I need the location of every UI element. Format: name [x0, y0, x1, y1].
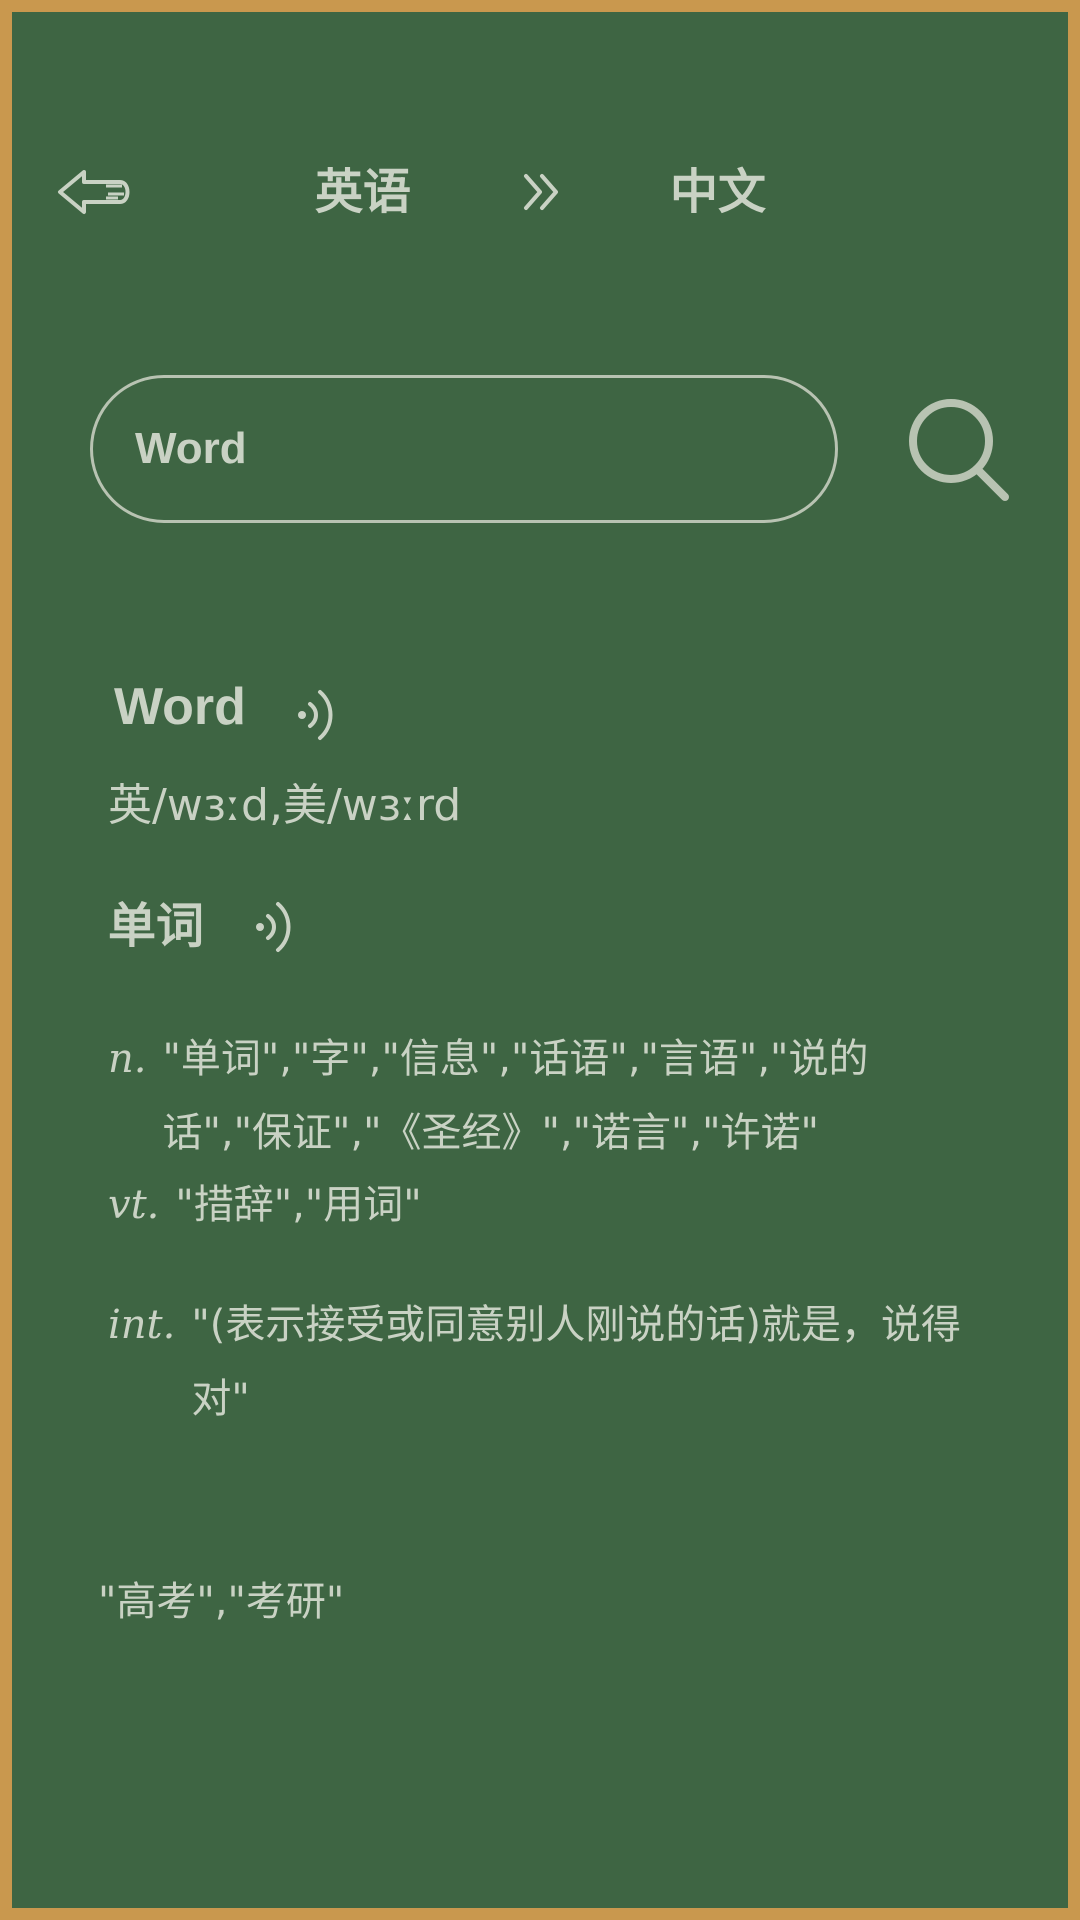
definition-noun: n. "单词","字","信息","话语","言语","说的话","保证","《…: [108, 1022, 968, 1182]
speaker-icon: [256, 902, 291, 952]
part-of-speech: int.: [108, 1302, 176, 1348]
back-arrow-icon: [58, 170, 130, 214]
definition-text: "(表示接受或同意别人刚说的话)就是，说得对": [191, 1302, 961, 1422]
target-language[interactable]: 中文: [670, 162, 766, 222]
part-of-speech: vt.: [108, 1182, 160, 1228]
speaker-icon: [298, 690, 333, 740]
search-icon: [909, 399, 1009, 501]
result-word: Word: [114, 678, 246, 736]
definition-text: "措辞","用词": [175, 1182, 422, 1228]
header: 英语 中文: [12, 152, 1068, 232]
search-button[interactable]: [905, 395, 1015, 505]
pronounce-meaning-button[interactable]: [252, 898, 296, 956]
definition-text: "单词","字","信息","话语","言语","说的话","保证","《圣经》…: [162, 1036, 869, 1156]
pronounce-word-button[interactable]: [294, 686, 338, 744]
chalkboard: 英语 中文 Word 英/wɜːd,美/wɜːrd 单词: [12, 12, 1068, 1908]
part-of-speech: n.: [108, 1036, 147, 1082]
definitions-list: n. "单词","字","信息","话语","言语","说的话","保证","《…: [108, 1022, 968, 1448]
search-box: [90, 375, 838, 523]
search-input[interactable]: [135, 378, 775, 520]
exam-tags: "高考","考研": [98, 1579, 345, 1625]
phonetic: 英/wɜːd,美/wɜːrd: [108, 780, 462, 831]
source-language[interactable]: 英语: [315, 162, 411, 222]
meaning-title: 单词: [108, 898, 205, 954]
double-chevron-right-icon[interactable]: [520, 170, 564, 214]
definition-interjection: int. "(表示接受或同意别人刚说的话)就是，说得对": [108, 1288, 968, 1448]
definition-verb: vt. "措辞","用词": [108, 1168, 968, 1288]
back-button[interactable]: [54, 162, 136, 222]
